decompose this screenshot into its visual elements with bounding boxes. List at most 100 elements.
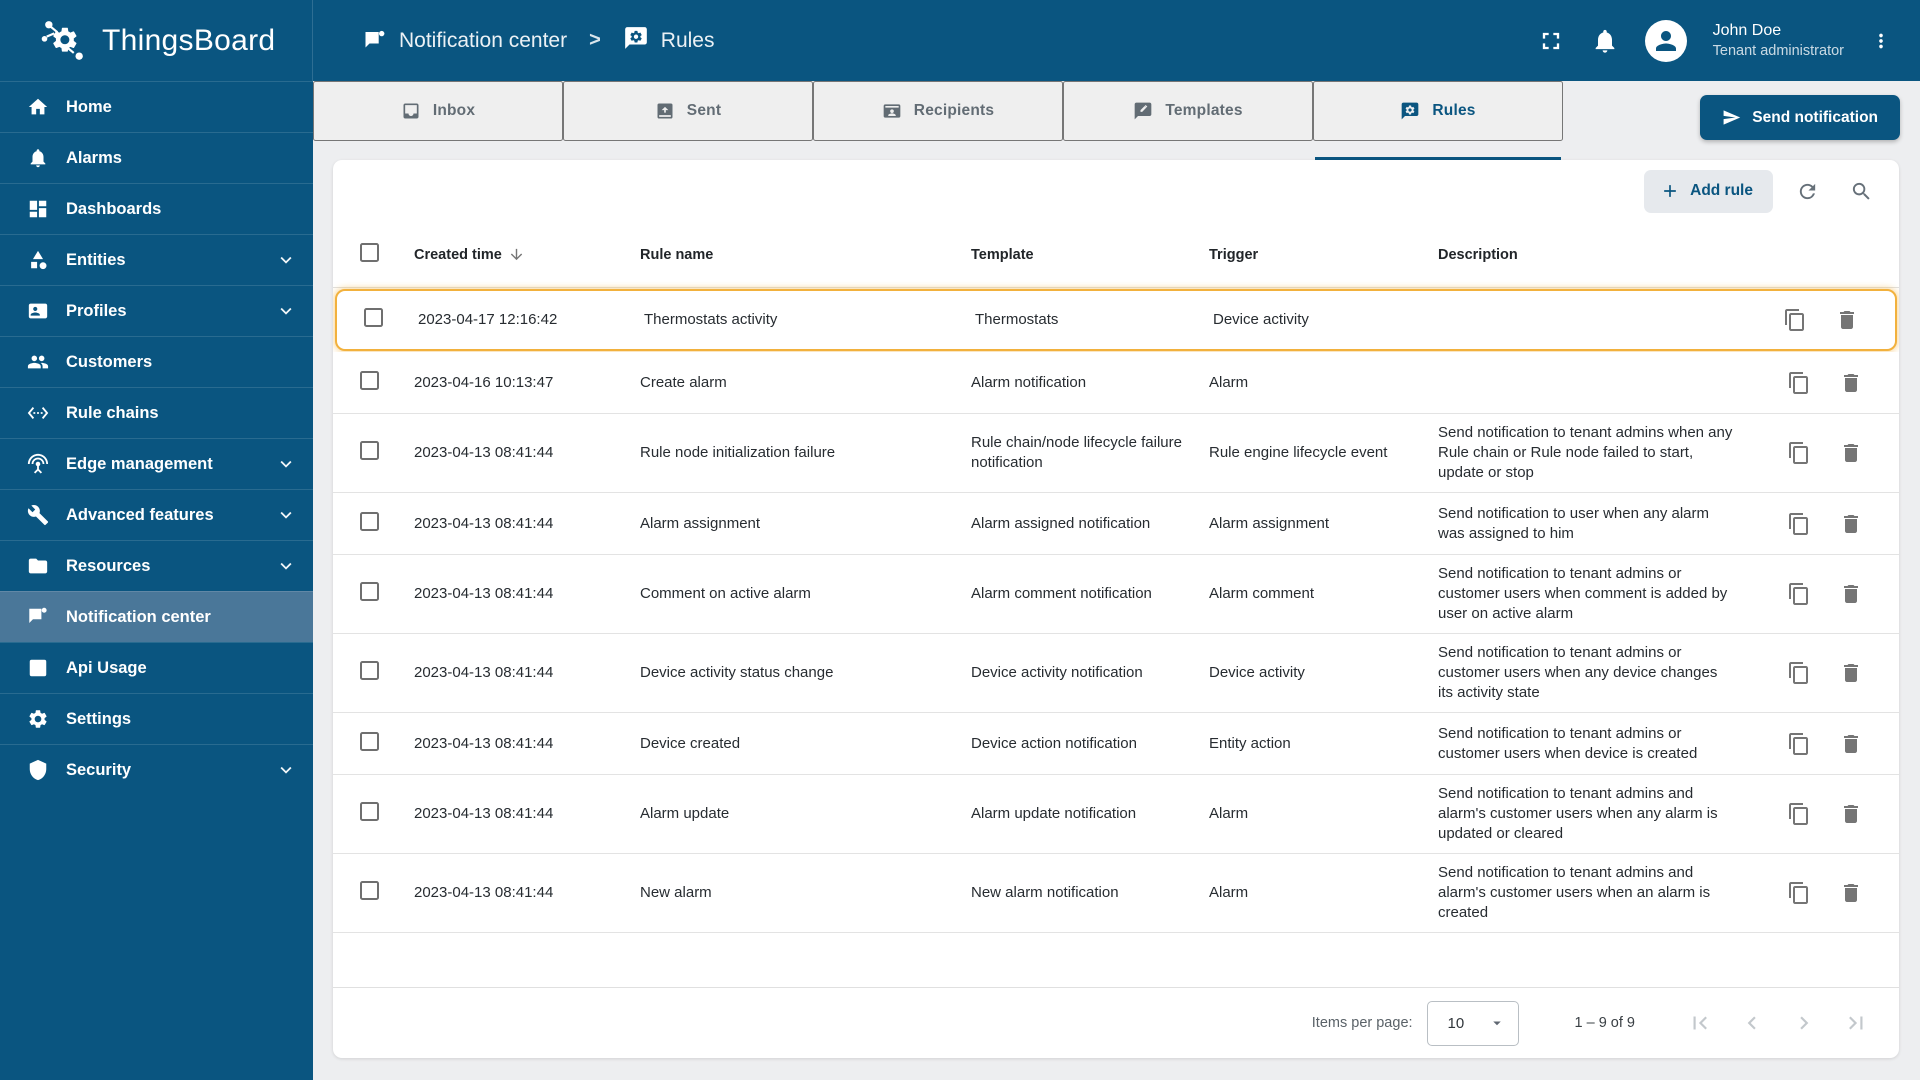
delete-rule-button[interactable] xyxy=(1839,800,1867,828)
copy-rule-button[interactable] xyxy=(1787,580,1815,608)
delete-rule-button[interactable] xyxy=(1839,580,1867,608)
row-checkbox[interactable] xyxy=(360,511,379,531)
customers-icon xyxy=(27,351,49,373)
refresh-button[interactable] xyxy=(1787,171,1827,211)
previous-page-button[interactable] xyxy=(1739,1008,1769,1038)
table-row[interactable]: 2023-04-13 08:41:44 Device activity stat… xyxy=(333,634,1899,713)
sidebar-item-label: Entities xyxy=(66,250,126,269)
copy-icon xyxy=(1789,662,1808,684)
trash-icon xyxy=(1844,664,1858,682)
sidebar-item-settings[interactable]: Settings xyxy=(0,693,313,744)
row-checkbox[interactable] xyxy=(364,308,383,327)
fullscreen-icon[interactable] xyxy=(1537,27,1565,55)
column-header-trigger[interactable]: Trigger xyxy=(1209,247,1438,263)
template-cell: Rule chain/node lifecycle failure notifi… xyxy=(971,434,1182,471)
description-cell: Send notification to tenant admins when … xyxy=(1438,424,1733,481)
folder-icon xyxy=(27,555,49,577)
sidebar-item-profiles[interactable]: Profiles xyxy=(0,285,313,336)
search-button[interactable] xyxy=(1841,171,1881,211)
sidebar-item-advanced-features[interactable]: Advanced features xyxy=(0,489,313,540)
table-row[interactable]: 2023-04-13 08:41:44 Alarm update Alarm u… xyxy=(333,775,1899,854)
page-size-select[interactable]: 10 xyxy=(1426,1000,1519,1046)
add-rule-button[interactable]: Add rule xyxy=(1644,169,1773,213)
column-header-rule-name[interactable]: Rule name xyxy=(640,247,971,263)
bell-icon[interactable] xyxy=(1591,27,1619,55)
send-notification-button[interactable]: Send notification xyxy=(1700,95,1900,140)
tab-label: Recipients xyxy=(913,102,995,119)
row-checkbox[interactable] xyxy=(360,881,379,900)
inbox-icon xyxy=(401,101,421,121)
select-all-checkbox[interactable] xyxy=(360,242,379,262)
sidebar-item-customers[interactable]: Customers xyxy=(0,336,313,387)
sidebar-item-alarms[interactable]: Alarms xyxy=(0,132,313,183)
table-row[interactable]: 2023-04-13 08:41:44 Comment on active al… xyxy=(333,555,1899,634)
copy-rule-button[interactable] xyxy=(1787,659,1815,687)
next-page-button[interactable] xyxy=(1791,1008,1821,1038)
copy-rule-button[interactable] xyxy=(1787,800,1815,828)
breadcrumb-notification-center[interactable]: Notification center xyxy=(363,29,567,53)
table-row[interactable]: 2023-04-16 10:13:47 Create alarm Alarm n… xyxy=(333,352,1899,414)
table-row[interactable]: 2023-04-13 08:41:44 New alarm New alarm … xyxy=(333,854,1899,933)
tab-templates[interactable]: Templates xyxy=(1063,81,1313,141)
copy-rule-button[interactable] xyxy=(1787,879,1815,907)
sidebar-item-notification-center[interactable]: Notification center xyxy=(0,591,313,642)
delete-rule-button[interactable] xyxy=(1839,369,1867,397)
rule-name-cell: Thermostats activity xyxy=(644,311,778,328)
copy-rule-button[interactable] xyxy=(1783,306,1811,334)
row-checkbox[interactable] xyxy=(360,582,379,601)
sidebar-item-api-usage[interactable]: Api Usage xyxy=(0,642,313,693)
column-header-created-time[interactable]: Created time xyxy=(414,246,640,263)
tab-rules[interactable]: Rules xyxy=(1313,81,1563,160)
sidebar-item-edge-management[interactable]: Edge management xyxy=(0,438,313,489)
sidebar-item-security[interactable]: Security xyxy=(0,744,313,795)
sidebar-nav: Home Alarms Dashboards Entities Profiles Cust… xyxy=(0,81,313,1080)
sidebar-item-label: Profiles xyxy=(66,301,127,320)
more-vert-icon[interactable] xyxy=(1870,27,1892,55)
rule-name-cell: New alarm xyxy=(640,884,712,901)
sidebar-item-home[interactable]: Home xyxy=(0,81,313,132)
row-checkbox[interactable] xyxy=(360,661,379,680)
pager xyxy=(1687,1008,1873,1038)
tab-inbox[interactable]: Inbox xyxy=(313,81,563,141)
sidebar-item-label: Notification center xyxy=(66,607,211,626)
tab-recipients[interactable]: Recipients xyxy=(813,81,1063,141)
breadcrumb-rules[interactable]: Rules xyxy=(623,25,714,57)
delete-rule-button[interactable] xyxy=(1839,439,1867,467)
template-cell: Alarm comment notification xyxy=(971,585,1152,602)
created-time-cell: 2023-04-13 08:41:44 xyxy=(414,514,554,532)
table-row[interactable]: 2023-04-13 08:41:44 Alarm assignment Ala… xyxy=(333,493,1899,555)
plus-icon xyxy=(1664,185,1676,197)
table-row[interactable]: 2023-04-13 08:41:44 Device created Devic… xyxy=(333,713,1899,775)
row-checkbox[interactable] xyxy=(360,370,379,390)
last-page-button[interactable] xyxy=(1843,1008,1873,1038)
table-row[interactable]: 2023-04-13 08:41:44 Rule node initializa… xyxy=(333,414,1899,493)
sidebar-item-rule-chains[interactable]: Rule chains xyxy=(0,387,313,438)
delete-rule-button[interactable] xyxy=(1839,510,1867,538)
sidebar-item-entities[interactable]: Entities xyxy=(0,234,313,285)
logo[interactable]: ThingsBoard xyxy=(0,0,313,81)
delete-rule-button[interactable] xyxy=(1839,730,1867,758)
description-cell: Send notification to tenant admins or cu… xyxy=(1438,644,1718,701)
copy-rule-button[interactable] xyxy=(1787,510,1815,538)
copy-rule-button[interactable] xyxy=(1787,439,1815,467)
delete-rule-button[interactable] xyxy=(1839,659,1867,687)
copy-rule-button[interactable] xyxy=(1787,369,1815,397)
template-cell: New alarm notification xyxy=(971,884,1119,901)
avatar[interactable] xyxy=(1644,19,1687,62)
sidebar-item-resources[interactable]: Resources xyxy=(0,540,313,591)
row-checkbox[interactable] xyxy=(360,441,379,460)
chevron-down-icon xyxy=(275,504,297,526)
trash-icon xyxy=(1844,514,1858,533)
first-page-button[interactable] xyxy=(1687,1008,1717,1038)
delete-rule-button[interactable] xyxy=(1835,306,1863,334)
copy-rule-button[interactable] xyxy=(1787,730,1815,758)
row-checkbox[interactable] xyxy=(360,731,379,751)
delete-rule-button[interactable] xyxy=(1839,879,1867,907)
sidebar-item-label: Settings xyxy=(66,709,132,728)
sidebar-item-dashboards[interactable]: Dashboards xyxy=(0,183,313,234)
tab-sent[interactable]: Sent xyxy=(563,81,813,141)
row-checkbox[interactable] xyxy=(360,802,379,821)
table-row[interactable]: 2023-04-17 12:16:42 Thermostats activity… xyxy=(335,289,1897,351)
column-header-description[interactable]: Description xyxy=(1438,247,1760,263)
column-header-template[interactable]: Template xyxy=(971,247,1209,263)
